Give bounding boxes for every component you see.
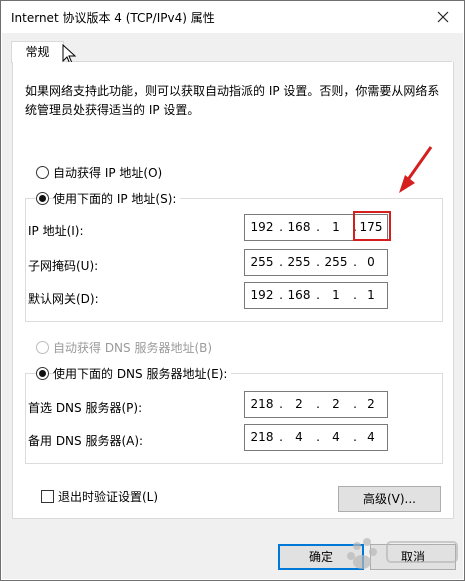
preferred-dns-label: 首选 DNS 服务器(P): xyxy=(28,401,143,415)
dialog-window: Internet 协议版本 4 (TCP/IPv4) 属性 常规 如果网络支持此… xyxy=(0,0,465,581)
auto-ip-radio[interactable] xyxy=(36,166,49,179)
default-gateway-label: 默认网关(D): xyxy=(28,292,99,306)
ip-address-label: IP 地址(I): xyxy=(28,224,84,238)
alternate-dns-input[interactable]: 218 . 4 . 4 . 4 xyxy=(244,424,388,451)
subnet-mask-label: 子网掩码(U): xyxy=(28,259,99,273)
subnet-mask-input[interactable]: 255 . 255 . 255 . 0 xyxy=(244,249,388,276)
advanced-button[interactable]: 高级(V)... xyxy=(338,486,441,512)
manual-dns-label[interactable]: 使用下面的 DNS 服务器地址(E): xyxy=(53,365,232,382)
tab-general[interactable]: 常规 xyxy=(11,41,64,63)
ip-last-octet-highlight xyxy=(353,211,391,241)
watermark-logo xyxy=(347,538,458,569)
validate-on-exit-checkbox[interactable] xyxy=(41,490,54,503)
preferred-dns-input[interactable]: 218 . 2 . 2 . 2 xyxy=(244,391,388,418)
close-icon[interactable] xyxy=(430,4,456,30)
title-bar: Internet 协议版本 4 (TCP/IPv4) 属性 xyxy=(1,1,464,33)
auto-dns-label: 自动获得 DNS 服务器地址(B) xyxy=(53,341,213,355)
description-text: 如果网络支持此功能，则可以获取自动指派的 IP 设置。否则，你需要从网络系统管理… xyxy=(25,84,440,117)
red-arrow-annotation xyxy=(399,146,433,193)
manual-dns-radio[interactable] xyxy=(36,367,49,380)
default-gateway-input[interactable]: 192 . 168 . 1 . 1 xyxy=(244,282,388,309)
alternate-dns-label: 备用 DNS 服务器(A): xyxy=(28,434,144,448)
validate-on-exit-label[interactable]: 退出时验证设置(L) xyxy=(58,488,158,505)
window-title: Internet 协议版本 4 (TCP/IPv4) 属性 xyxy=(11,11,215,25)
auto-ip-label[interactable]: 自动获得 IP 地址(O) xyxy=(53,164,162,181)
general-tab-panel: 如果网络支持此功能，则可以获取自动指派的 IP 设置。否则，你需要从网络系统管理… xyxy=(12,62,454,519)
manual-ip-label[interactable]: 使用下面的 IP 地址(S): xyxy=(53,190,181,207)
manual-ip-radio[interactable] xyxy=(36,192,49,205)
auto-dns-radio xyxy=(36,341,49,354)
